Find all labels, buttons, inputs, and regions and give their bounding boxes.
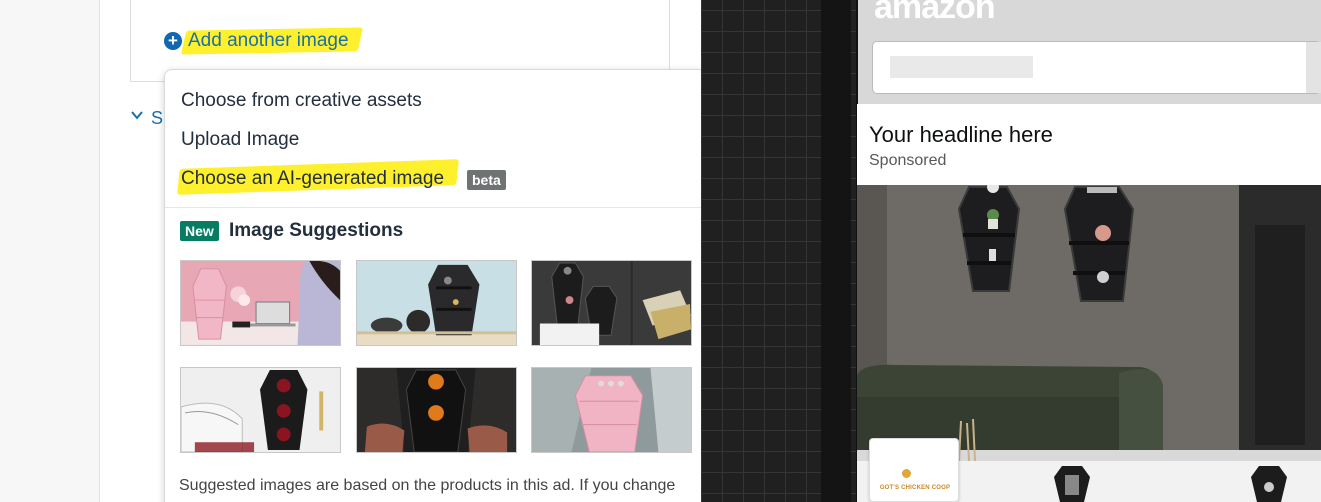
suggestions-note: Suggested images are based on the produc… [179,477,676,494]
menu-item-label: Upload Image [181,129,300,150]
menu-item-creative-assets[interactable]: Choose from creative assets [181,90,422,112]
suggestion-thumbnail-4[interactable] [180,367,341,453]
menu-item-ai-generated-image[interactable]: Choose an AI-generated image [177,159,459,195]
product-coffin-shelf-icon [1054,466,1090,502]
image-thumbnail-icon [532,261,691,345]
suggestion-thumbnail-2[interactable] [356,260,517,346]
suggestion-thumbnail-6[interactable] [531,367,692,453]
add-another-image-label: Add another image [188,30,349,51]
menu-item-label: Choose an AI-generated image [181,168,445,189]
beta-badge: beta [467,170,506,190]
sponsored-label: Sponsored [869,152,947,169]
image-thumbnail-icon [357,368,516,452]
image-suggestions-title: Image Suggestions [229,220,404,241]
ad-hero-image [857,185,1321,461]
ad-headline: Your headline here [869,122,1053,147]
product-coffin-shelf-icon [1251,466,1287,502]
image-thumbnail-icon [181,368,340,452]
search-button [1306,42,1321,93]
chevron-down-icon[interactable] [130,108,144,122]
collapsed-section-label[interactable]: S [151,108,163,129]
canvas-edge [821,0,851,502]
menu-item-label: Choose from creative assets [181,90,422,111]
image-thumbnail-icon [532,368,691,452]
hero-image-icon [857,185,1321,461]
suggestion-thumbnail-5[interactable] [356,367,517,453]
image-thumbnail-icon [181,261,340,345]
store-logo: GOT'S CHICKEN COOP [869,438,959,502]
menu-divider [165,207,705,208]
search-placeholder-bar [890,56,1033,78]
brand-logo: amazon [874,0,996,26]
image-thumbnail-icon [357,261,516,345]
image-source-menu: Choose from creative assets Upload Image… [164,69,706,502]
suggestion-thumbnail-3[interactable] [531,260,692,346]
add-another-image-link[interactable]: + Add another image [164,27,364,55]
store-logo-mark [902,469,911,478]
suggestion-thumbnail-1[interactable] [180,260,341,346]
new-badge: New [180,221,219,241]
store-logo-text: GOT'S CHICKEN COOP [879,485,951,491]
left-gutter [0,0,100,502]
menu-item-upload-image[interactable]: Upload Image [181,129,299,151]
plus-circle-icon: + [164,32,182,50]
